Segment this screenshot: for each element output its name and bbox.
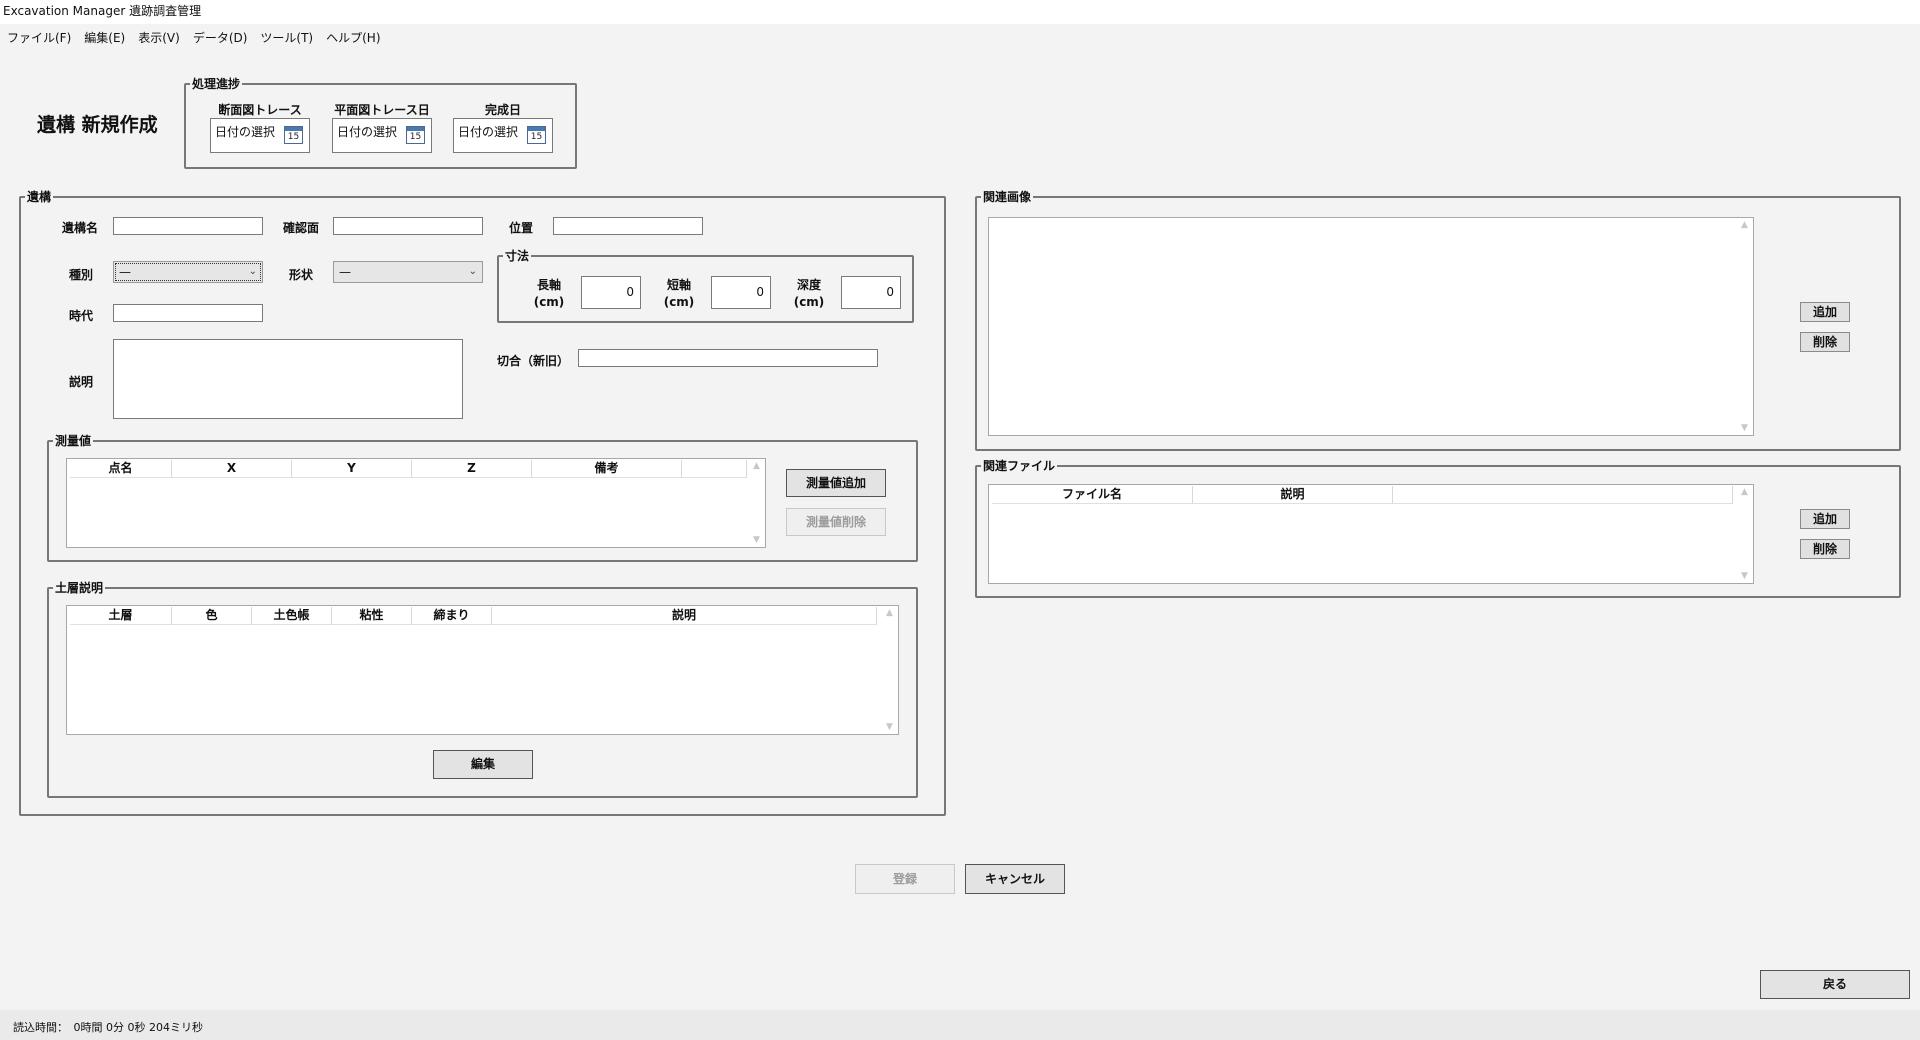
era-input[interactable] — [113, 304, 263, 322]
type-select-value: — — [119, 265, 131, 279]
vertical-scrollbar[interactable]: ▲ ▼ — [1736, 485, 1753, 583]
column-header[interactable]: 説明 — [1193, 486, 1393, 504]
column-header[interactable]: 点名 — [70, 460, 172, 478]
shape-select[interactable]: — ⌄ — [333, 261, 483, 283]
section-trace-date-picker[interactable]: 日付の選択 15 — [210, 118, 310, 153]
survey-group-legend: 測量値 — [55, 434, 92, 448]
soil-table[interactable]: 土層 色 土色帳 粘性 締まり 説明 ▲ ▼ — [66, 605, 899, 735]
scroll-down-icon[interactable]: ▼ — [1736, 423, 1753, 433]
scroll-up-icon[interactable]: ▲ — [881, 608, 898, 618]
menu-view[interactable]: 表示(V) — [131, 24, 186, 46]
column-header[interactable]: 説明 — [492, 607, 877, 625]
short-axis-label: 短軸 (cm) — [663, 278, 695, 309]
add-file-button[interactable]: 追加 — [1800, 509, 1850, 529]
depth-input[interactable]: 0 — [841, 276, 901, 309]
menu-help[interactable]: ヘルプ(H) — [319, 24, 386, 46]
column-header[interactable]: 備考 — [532, 460, 682, 478]
delete-survey-button[interactable]: 測量値削除 — [786, 508, 886, 536]
scroll-down-icon[interactable]: ▼ — [1736, 571, 1753, 581]
column-header[interactable]: 粘性 — [332, 607, 412, 625]
back-button[interactable]: 戻る — [1760, 970, 1910, 999]
calendar-icon[interactable]: 15 — [284, 126, 303, 144]
type-label: 種別 — [69, 268, 94, 282]
shape-select-value: — — [339, 265, 351, 279]
feature-name-label: 遺構名 — [62, 221, 99, 235]
plan-trace-label: 平面図トレース日 — [334, 103, 430, 117]
status-text: 読込時間： 0時間 0分 0秒 204ミリ秒 — [13, 1021, 203, 1034]
cut-relation-label: 切合（新旧） — [497, 354, 570, 368]
chevron-down-icon: ⌄ — [248, 266, 257, 277]
vertical-scrollbar[interactable]: ▲ ▼ — [881, 606, 898, 734]
cancel-button[interactable]: キャンセル — [965, 864, 1065, 894]
column-header-filler — [1393, 486, 1733, 504]
completion-date-value: 日付の選択 — [458, 125, 519, 139]
menu-bar: ファイル(F) 編集(E) 表示(V) データ(D) ツール(T) ヘルプ(H) — [0, 24, 1920, 50]
images-group-legend: 関連画像 — [983, 190, 1032, 204]
type-select[interactable]: — ⌄ — [113, 261, 263, 283]
delete-file-button[interactable]: 削除 — [1800, 539, 1850, 559]
feature-name-input[interactable] — [113, 217, 263, 235]
column-header-filler — [682, 460, 747, 478]
delete-image-button[interactable]: 削除 — [1800, 332, 1850, 352]
page-title: 遺構 新規作成 — [37, 114, 158, 136]
surface-label: 確認面 — [283, 221, 320, 235]
scroll-down-icon[interactable]: ▼ — [748, 535, 765, 545]
column-header[interactable]: Z — [412, 460, 532, 478]
depth-label: 深度 (cm) — [793, 278, 825, 309]
scroll-up-icon[interactable]: ▲ — [748, 461, 765, 471]
scroll-up-icon[interactable]: ▲ — [1736, 220, 1753, 230]
edit-soil-button[interactable]: 編集 — [433, 750, 533, 779]
long-axis-input[interactable]: 0 — [581, 276, 641, 309]
feature-group-legend: 遺構 — [27, 190, 52, 204]
section-trace-label: 断面図トレース — [218, 103, 302, 117]
window-title: Excavation Manager 遺跡調査管理 — [3, 4, 202, 18]
menu-tools[interactable]: ツール(T) — [253, 24, 319, 46]
description-label: 説明 — [69, 375, 94, 389]
position-input[interactable] — [553, 217, 703, 235]
menu-file[interactable]: ファイル(F) — [0, 24, 77, 46]
cut-relation-input[interactable] — [578, 349, 878, 367]
surface-input[interactable] — [333, 217, 483, 235]
column-header[interactable]: 締まり — [412, 607, 492, 625]
files-table[interactable]: ファイル名 説明 ▲ ▼ — [988, 484, 1754, 584]
window-title-bar: Excavation Manager 遺跡調査管理 — [0, 0, 1920, 24]
column-header[interactable]: Y — [292, 460, 412, 478]
status-bar: 読込時間： 0時間 0分 0秒 204ミリ秒 — [0, 1010, 1920, 1040]
calendar-icon[interactable]: 15 — [527, 126, 546, 144]
menu-edit[interactable]: 編集(E) — [77, 24, 131, 46]
progress-group-legend: 処理進捗 — [192, 77, 241, 91]
vertical-scrollbar[interactable]: ▲ ▼ — [748, 459, 765, 547]
add-image-button[interactable]: 追加 — [1800, 302, 1850, 322]
menu-data[interactable]: データ(D) — [186, 24, 254, 46]
survey-table[interactable]: 点名 X Y Z 備考 ▲ ▼ — [66, 458, 766, 548]
long-axis-label: 長軸 (cm) — [533, 278, 565, 309]
soil-group-legend: 土層説明 — [55, 581, 104, 595]
short-axis-input[interactable]: 0 — [711, 276, 771, 309]
scroll-down-icon[interactable]: ▼ — [881, 722, 898, 732]
chevron-down-icon: ⌄ — [468, 266, 477, 277]
section-trace-date-value: 日付の選択 — [215, 125, 276, 139]
register-button[interactable]: 登録 — [855, 864, 955, 894]
images-list[interactable]: ▲ ▼ — [988, 217, 1754, 436]
completion-label: 完成日 — [484, 103, 521, 117]
position-label: 位置 — [509, 221, 534, 235]
column-header[interactable]: 土色帳 — [252, 607, 332, 625]
column-header[interactable]: 色 — [172, 607, 252, 625]
description-textarea[interactable] — [113, 339, 463, 419]
dimensions-group-legend: 寸法 — [505, 249, 530, 263]
era-label: 時代 — [69, 309, 94, 323]
files-group-legend: 関連ファイル — [983, 459, 1056, 473]
completion-date-picker[interactable]: 日付の選択 15 — [453, 118, 553, 153]
column-header[interactable]: ファイル名 — [992, 486, 1193, 504]
add-survey-button[interactable]: 測量値追加 — [786, 469, 886, 497]
column-header[interactable]: 土層 — [70, 607, 172, 625]
column-header[interactable]: X — [172, 460, 292, 478]
plan-trace-date-value: 日付の選択 — [337, 125, 398, 139]
shape-label: 形状 — [289, 268, 314, 282]
plan-trace-date-picker[interactable]: 日付の選択 15 — [332, 118, 432, 153]
scroll-up-icon[interactable]: ▲ — [1736, 487, 1753, 497]
calendar-icon[interactable]: 15 — [406, 126, 425, 144]
vertical-scrollbar[interactable]: ▲ ▼ — [1736, 218, 1753, 435]
